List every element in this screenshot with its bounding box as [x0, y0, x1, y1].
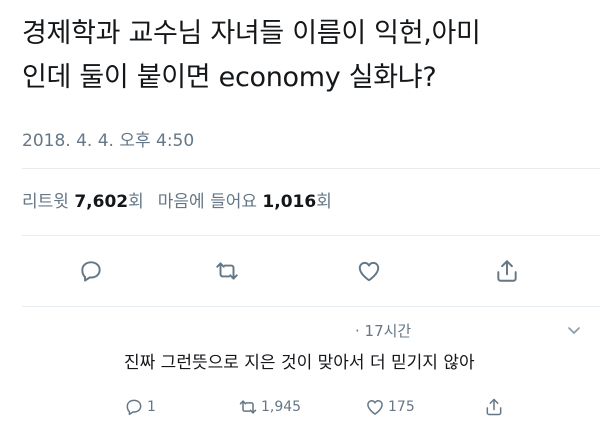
likes-count: 1,016 [262, 192, 317, 212]
retweets-stat[interactable]: 리트윗 7,602회 [22, 192, 144, 212]
divider [22, 235, 600, 236]
reply-like-button[interactable]: 175 [365, 397, 415, 417]
likes-label: 마음에 들어요 [157, 192, 257, 212]
reply-share-button[interactable] [484, 397, 507, 417]
retweet-icon [216, 262, 238, 280]
reply-button[interactable] [74, 254, 108, 288]
retweets-suffix: 회 [128, 192, 144, 212]
reply-actions: 1 1,945 175 [0, 397, 600, 421]
tweet-text-line-2: 인데 둘이 붙이면 economy 실화냐? [22, 62, 437, 93]
reply-time[interactable]: · 17시간 [355, 320, 411, 341]
share-icon [497, 260, 517, 282]
heart-icon [358, 261, 380, 282]
heart-icon [367, 400, 383, 415]
retweets-label: 리트윗 [22, 192, 69, 212]
retweet-button[interactable] [210, 254, 244, 288]
reply-retweet-count: 1,945 [261, 399, 302, 415]
reply-reply-button[interactable]: 1 [124, 397, 156, 417]
reply-like-count: 175 [388, 399, 415, 415]
tweet-timestamp[interactable]: 2018. 4. 4. 오후 4:50 [22, 126, 194, 151]
share-icon [486, 398, 502, 416]
reply-text: 진짜 그런뜻으로 지은 것이 맞아서 더 믿기지 않아 [124, 353, 475, 373]
share-button[interactable] [490, 254, 524, 288]
like-button[interactable] [352, 254, 386, 288]
reply-icon [126, 399, 142, 416]
divider [22, 306, 600, 307]
tweet-stats: 리트윗 7,602회 마음에 들어요 1,016회 [22, 187, 332, 212]
tweet-text-line-1: 경제학과 교수님 자녀들 이름이 익헌,아미 [22, 18, 481, 49]
reply-icon [81, 261, 101, 282]
likes-suffix: 회 [316, 192, 332, 212]
tweet-text: 경제학과 교수님 자녀들 이름이 익헌,아미 인데 둘이 붙이면 economy… [22, 12, 582, 100]
retweets-count: 7,602 [74, 192, 129, 212]
chevron-down-icon[interactable] [566, 322, 582, 338]
tweet-actions [0, 254, 600, 288]
divider [22, 168, 600, 169]
reply-reply-count: 1 [147, 399, 156, 415]
reply-retweet-button[interactable]: 1,945 [238, 397, 301, 417]
retweet-icon [239, 400, 257, 414]
likes-stat[interactable]: 마음에 들어요 1,016회 [158, 192, 332, 212]
